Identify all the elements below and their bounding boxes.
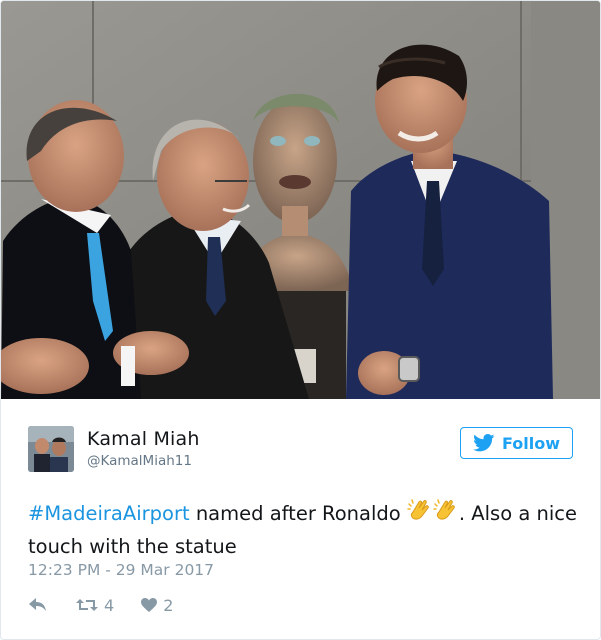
reply-icon [29,598,46,611]
bird-icon [473,434,495,452]
avatar[interactable] [28,426,74,472]
tweet-text: #MadeiraAirport named after Ronaldo . Al… [28,498,578,561]
hashtag-link[interactable]: #MadeiraAirport [28,502,190,525]
avatar-photo [28,426,74,472]
tweet-actions: 4 2 [28,593,173,617]
tweet-header: Kamal Miah @KamalMiah11 Follow [1,399,600,489]
display-name[interactable]: Kamal Miah [87,428,200,450]
tweet-card: Kamal Miah @KamalMiah11 Follow #MadeiraA… [0,0,601,640]
retweet-button[interactable]: 4 [75,596,114,615]
like-count: 2 [163,595,174,615]
clapping-hands-icon [433,498,459,532]
reply-button[interactable] [28,597,48,613]
heart-icon [141,598,158,612]
follow-label: Follow [501,433,560,453]
retweet-icon [76,599,98,611]
like-button[interactable]: 2 [140,596,173,615]
tweet-photo[interactable] [1,1,600,399]
follow-button[interactable]: Follow [460,427,573,459]
clapping-hands-icon [407,498,433,532]
tweet-text-part: named after Ronaldo [189,502,407,525]
tweet-timestamp[interactable]: 12:23 PM - 29 Mar 2017 [28,561,214,579]
retweet-count: 4 [104,595,115,615]
user-handle[interactable]: @KamalMiah11 [87,453,192,469]
photo-image [1,1,600,399]
